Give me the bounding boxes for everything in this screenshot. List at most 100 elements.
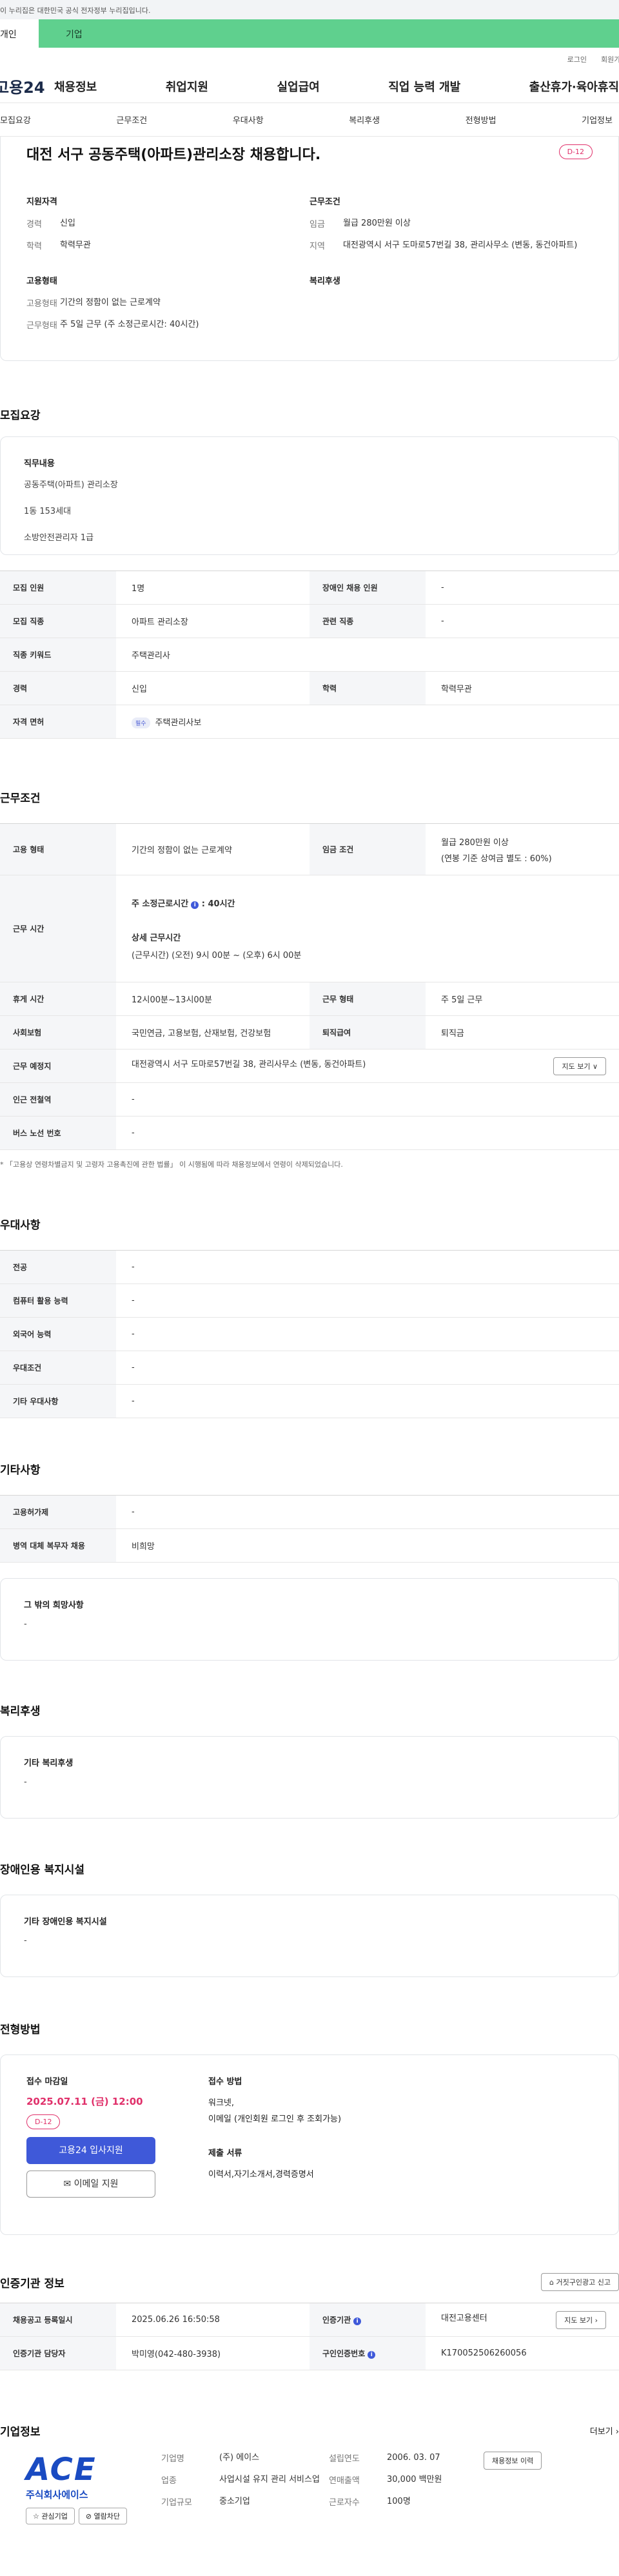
apply-dday-badge: D-12 <box>26 2114 61 2129</box>
subnav-conditions[interactable]: 근무조건 <box>116 113 147 126</box>
apply-button[interactable]: 고용24 입사지원 <box>26 2137 155 2164</box>
etc-section: 기타사항 고용허가제 - 병역 대체 복무자 채용 비희망 그 밖의 희망사항 - <box>0 1461 619 1661</box>
gnb-menu: 채용정보 취업지원 실업급여 직업 능력 개발 출산휴가·육아휴직 <box>54 78 619 95</box>
work-form-value: 주 5일 근무 <box>426 982 619 1016</box>
wage-row-label: 임금 조건 <box>310 823 426 875</box>
subnav-recruit[interactable]: 모집요강 <box>0 113 31 126</box>
company-title: 기업정보 <box>0 2426 41 2439</box>
license-value-cell: 필수 주택관리사보 <box>116 705 619 739</box>
etc-title: 기타사항 <box>0 1464 41 1477</box>
career-value: 신입 <box>60 219 75 228</box>
history-button[interactable]: 채용정보 이력 <box>484 2452 542 2470</box>
gnb-item-parental[interactable]: 출산휴가·육아휴직 <box>529 78 619 95</box>
favorite-button[interactable]: ☆ 관심기업 <box>26 2508 75 2524</box>
gnb-item-training[interactable]: 직업 능력 개발 <box>388 78 460 95</box>
prefer-label: 전공 <box>0 1250 116 1284</box>
job-desc-line: 공동주택(아파트) 관리소장 <box>24 480 118 490</box>
global-nav: 고용24 채용정보 취업지원 실업급여 직업 능력 개발 출산휴가·육아휴직 <box>0 70 619 103</box>
manager-value: 박미영(042-480-3938) <box>116 2336 310 2370</box>
prefer-value: - <box>116 1351 619 1385</box>
mail-icon: ✉ <box>63 2179 72 2189</box>
section-nav: 모집요강 근무조건 우대사항 복리후생 전형방법 기업정보 <box>0 103 619 137</box>
job-title: 대전 서구 공동주택(아파트)관리소장 채용합니다. <box>26 147 321 163</box>
job-no-label-cell: 구인인증번호 i <box>310 2336 426 2370</box>
company-card: ACE 주식회사에이스 ☆ 관심기업 ⊘ 열람차단 기업명 (주) 에이스 업종 사업… <box>0 2439 619 2524</box>
revenue-value: 30,000 백만원 <box>387 2475 442 2485</box>
company-name-label: 기업명 <box>161 2454 184 2464</box>
emp-type-value: 기간의 정함이 없는 근로계약 <box>60 298 161 308</box>
info-icon[interactable]: i <box>368 2351 376 2359</box>
career-row-value: 신입 <box>116 671 310 705</box>
email-apply-button[interactable]: ✉ 이메일 지원 <box>26 2171 155 2198</box>
industry-value: 사업시설 유지 관리 서비스업 <box>219 2475 320 2485</box>
apply-section: 전형방법 접수 마감일 2025.07.11 (금) 12:00 D-12 고용… <box>0 2020 619 2235</box>
info-icon[interactable]: i <box>353 2317 362 2325</box>
deadline-value: 2025.07.11 (금) 12:00 <box>26 2096 143 2107</box>
tab-individual[interactable]: 개인 <box>0 19 39 48</box>
job-desc-box: 직무내용 공동주택(아파트) 관리소장 1동 153세대 소방안전관리자 1급 <box>0 436 619 555</box>
revenue-label: 연매출액 <box>329 2476 360 2486</box>
company-logo: ACE 주식회사에이스 ☆ 관심기업 ⊘ 열람차단 <box>26 2452 161 2524</box>
apply-title: 전형방법 <box>0 2024 41 2036</box>
subnav-prefer[interactable]: 우대사항 <box>233 113 264 126</box>
signup-link[interactable]: 회원가입 <box>601 54 619 70</box>
place-label: 근무 예정지 <box>0 1049 116 1083</box>
subnav-company[interactable]: 기업정보 <box>582 113 613 126</box>
break-label: 휴게 시간 <box>0 982 116 1016</box>
subnav-welfare[interactable]: 복리후생 <box>349 113 380 126</box>
cert-section: 인증기관 정보 ⌂ 거짓구인광고 신고 채용공고 등록일시 2025.06.26… <box>0 2273 619 2370</box>
hours-detail-title: 상세 근무시간 <box>132 933 181 943</box>
agency-map-button[interactable]: 지도 보기 › <box>556 2310 606 2329</box>
info-icon[interactable]: i <box>191 901 199 909</box>
company-logo-text: ACE <box>26 2452 97 2488</box>
job-value: 아파트 관리소장 <box>116 604 310 638</box>
dday-badge: D-12 <box>558 144 593 159</box>
prefer-label: 우대조건 <box>0 1351 116 1385</box>
wage-label: 임금 <box>310 220 325 229</box>
disabled-facility-box-title: 기타 장애인용 복지시설 <box>24 1917 107 1927</box>
cert-table: 채용공고 등록일시 2025.06.26 16:50:58 인증기관 i 대전고용… <box>0 2303 619 2370</box>
login-link[interactable]: 로그인 <box>567 54 587 70</box>
site-logo[interactable]: 고용24 <box>0 75 54 97</box>
docs-title: 제출 서류 <box>208 2149 242 2158</box>
license-label: 자격 면허 <box>0 705 116 739</box>
gnb-item-support[interactable]: 취업지원 <box>166 78 208 95</box>
keyword-label: 직종 키워드 <box>0 638 116 672</box>
job-label: 모집 직종 <box>0 604 116 638</box>
welfare-box-value: - <box>24 1777 27 1787</box>
gnb-item-benefit[interactable]: 실업급여 <box>277 78 320 95</box>
docs-value: 이력서,자기소개서,경력증명서 <box>208 2170 314 2180</box>
gnb-item-jobs[interactable]: 채용정보 <box>54 78 97 95</box>
education-label: 학력 <box>26 242 42 252</box>
emp-type-row-label: 고용 형태 <box>0 823 116 875</box>
prefer-label: 기타 우대사항 <box>0 1384 116 1418</box>
report-button[interactable]: ⌂ 거짓구인광고 신고 <box>541 2273 619 2291</box>
agency-label: 인증기관 <box>322 2316 351 2325</box>
company-logo-sub: 주식회사에이스 <box>26 2489 88 2501</box>
disabled-facility-section: 장애인용 복지시설 기타 장애인용 복지시설 - <box>0 1860 619 1977</box>
etc-value: 비희망 <box>116 1528 619 1563</box>
work-form-label: 근무 형태 <box>310 982 426 1016</box>
wage-value: 월급 280만원 이상 <box>343 219 411 228</box>
career-row-label: 경력 <box>0 671 116 705</box>
subnav-apply[interactable]: 전형방법 <box>466 113 496 126</box>
map-button[interactable]: 지도 보기 ∨ <box>553 1057 606 1075</box>
email-apply-label: 이메일 지원 <box>74 2179 119 2189</box>
tab-company[interactable]: 기업 <box>39 19 619 48</box>
prefer-value: - <box>116 1384 619 1418</box>
company-more-link[interactable]: 더보기 › <box>590 2425 619 2437</box>
hours-weekly-value: : 40시간 <box>201 899 235 909</box>
cert-title: 인증기관 정보 <box>0 2277 64 2290</box>
method-value: 워크넷, <box>208 2098 235 2108</box>
agency-value: 대전고용센터 <box>441 2313 487 2323</box>
block-button[interactable]: ⊘ 열람차단 <box>78 2508 128 2524</box>
subway-label: 인근 전철역 <box>0 1082 116 1117</box>
welfare-section: 복리후생 기타 복리후생 - <box>0 1702 619 1819</box>
agency-cell: 대전고용센터 지도 보기 › <box>426 2303 619 2337</box>
industry-label: 업종 <box>161 2476 177 2486</box>
reg-date-label: 채용공고 등록일시 <box>0 2303 116 2337</box>
disabled-value: - <box>426 571 619 605</box>
subway-value: - <box>116 1082 619 1117</box>
welfare-heading: 복리후생 <box>310 277 340 287</box>
disabled-facility-title: 장애인용 복지시설 <box>0 1864 85 1877</box>
